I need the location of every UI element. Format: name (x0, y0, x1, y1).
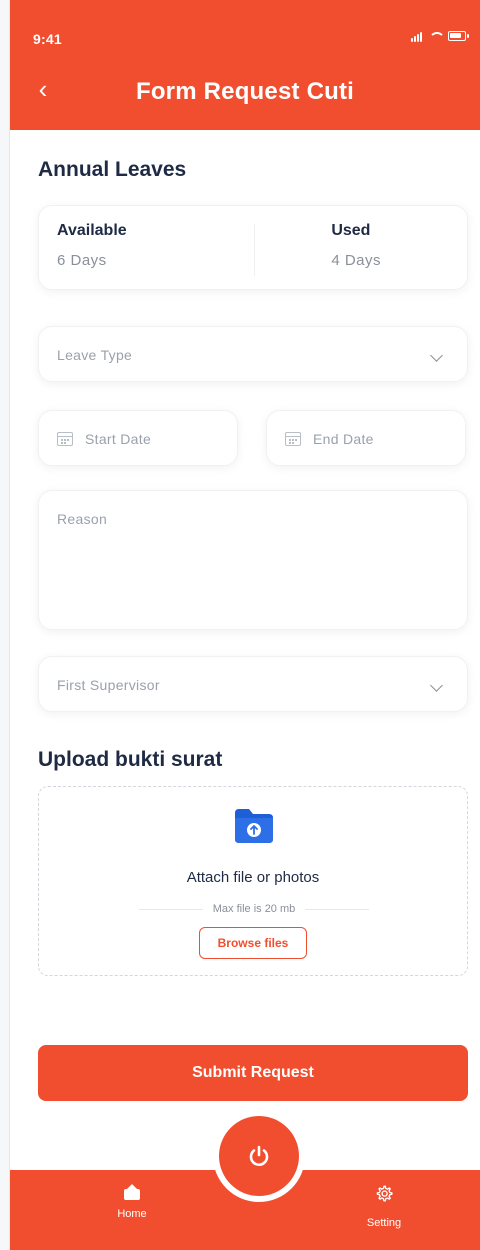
page-title: Form Request Cuti (135, 78, 355, 105)
max-file-row: Max file is 20 mb (139, 899, 369, 919)
nav-setting[interactable]: Setting (344, 1184, 424, 1229)
nav-home[interactable]: Home (92, 1184, 172, 1220)
nav-home-label: Home (117, 1208, 147, 1220)
calendar-icon (285, 432, 301, 446)
attach-label: Attach file or photos (186, 869, 320, 886)
calendar-icon (57, 432, 73, 446)
used-label: Used (331, 222, 371, 239)
power-icon (249, 1145, 269, 1166)
annual-leaves-card: Available 6 Days Used 4 Days (38, 205, 468, 290)
reason-placeholder: Reason (57, 511, 108, 527)
first-supervisor-placeholder: First Supervisor (57, 677, 160, 693)
left-edge-strip (0, 0, 10, 1250)
upload-title: Upload bukti surat (38, 748, 223, 771)
upload-dropzone[interactable]: Attach file or photos Max file is 20 mb … (38, 786, 468, 976)
available-label: Available (57, 222, 127, 239)
status-time: 9:41 (33, 31, 62, 47)
leave-divider (254, 224, 255, 276)
end-date-field-inner: End Date (267, 411, 465, 467)
submit-request-button[interactable]: Submit Request (38, 1045, 468, 1101)
power-button[interactable] (219, 1116, 299, 1196)
end-date-placeholder: End Date (313, 431, 374, 447)
app-header: 9:41 ‹ Form Request Cuti (10, 0, 480, 130)
annual-leaves-title: Annual Leaves (38, 158, 187, 181)
home-icon (124, 1184, 140, 1200)
used-column: Used 4 Days (331, 222, 381, 269)
start-date-placeholder: Start Date (85, 431, 152, 447)
divider-line (139, 908, 203, 910)
nav-setting-label: Setting (366, 1217, 402, 1229)
gear-icon (376, 1185, 393, 1202)
divider-line (305, 908, 369, 910)
start-date-field[interactable]: Start Date (38, 410, 238, 466)
used-value: 4 Days (331, 252, 381, 269)
available-column: Available 6 Days (57, 222, 127, 269)
signal-icon (411, 30, 422, 42)
available-value: 6 Days (57, 252, 107, 269)
wifi-icon (428, 31, 442, 41)
status-bar: 9:41 (10, 0, 480, 55)
browse-files-button[interactable]: Browse files (199, 927, 307, 959)
reason-textarea[interactable]: Reason (38, 490, 468, 630)
max-file-label: Max file is 20 mb (212, 903, 296, 915)
first-supervisor-select[interactable]: First Supervisor (38, 656, 468, 712)
leave-type-placeholder: Leave Type (57, 347, 133, 363)
end-date-field[interactable]: End Date (266, 410, 466, 466)
start-date-field-inner: Start Date (39, 411, 237, 467)
battery-icon (448, 31, 469, 41)
leave-type-select[interactable]: Leave Type (38, 326, 468, 382)
folder-upload-icon (235, 809, 273, 843)
status-icons (411, 30, 469, 42)
